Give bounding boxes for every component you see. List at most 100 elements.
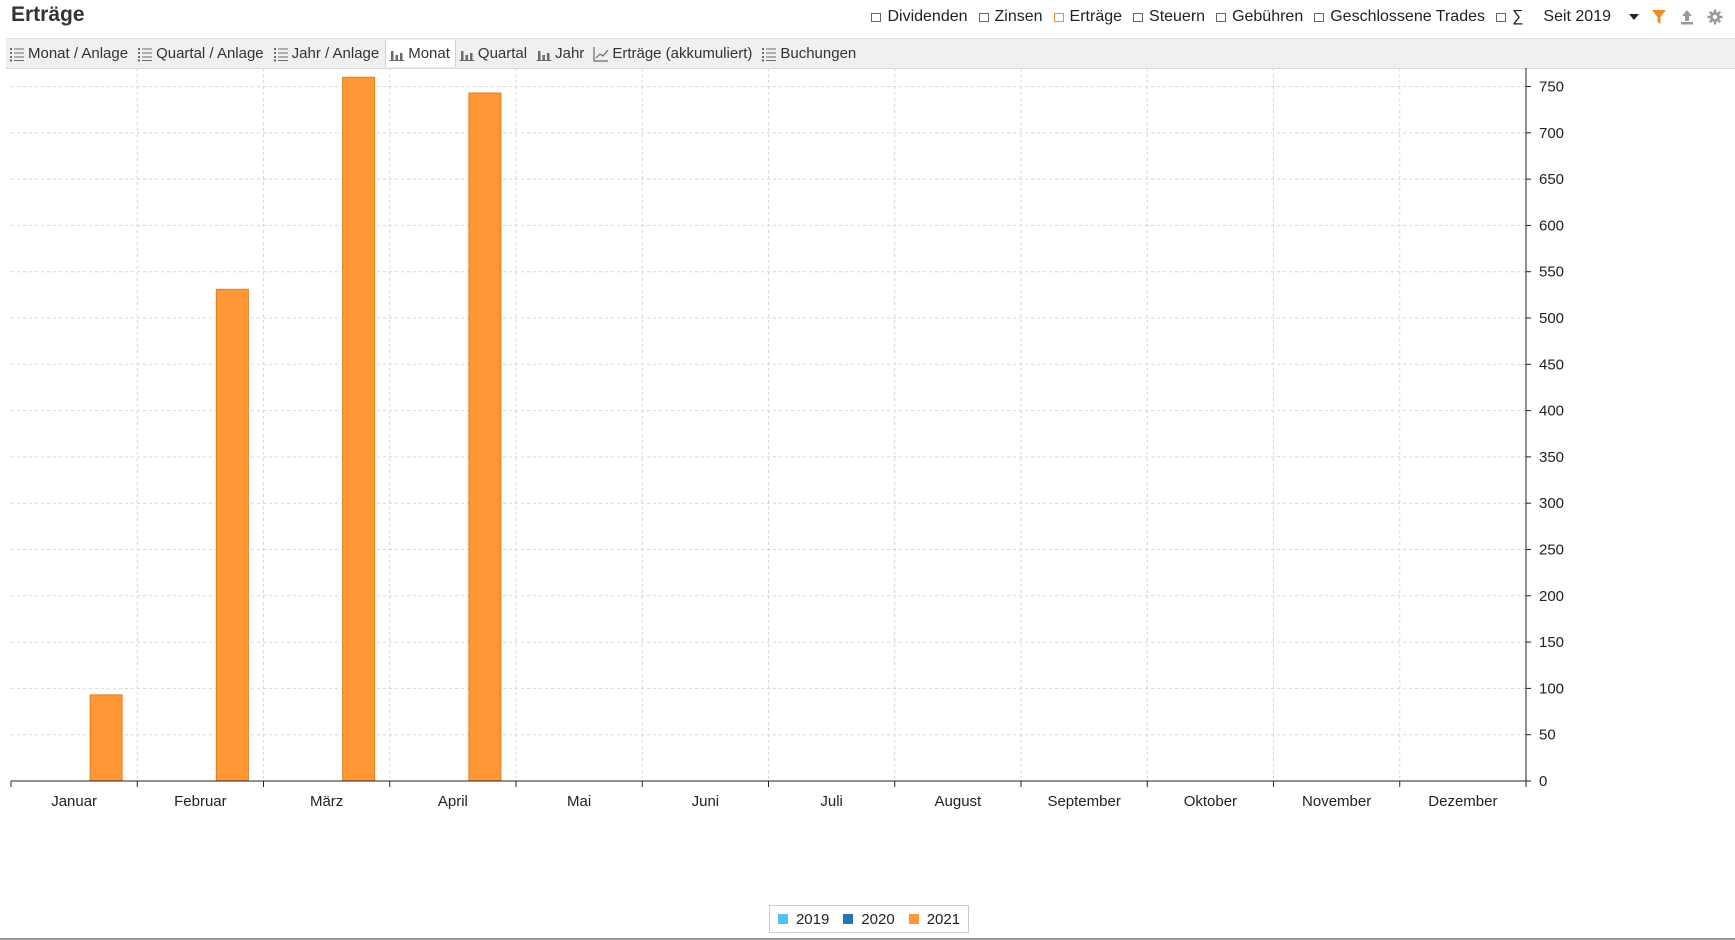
legend-label: 2021 — [926, 910, 961, 928]
checkbox-icon[interactable] — [871, 12, 882, 22]
tab-label: Jahr — [555, 45, 585, 62]
tab-label: Quartal — [477, 45, 528, 62]
tab-jahr-anlage[interactable]: Jahr / Anlage — [270, 40, 386, 67]
x-tick-label: Mai — [567, 793, 591, 810]
y-tick-label: 0 — [1539, 773, 1547, 790]
y-tick-label: 300 — [1539, 495, 1564, 512]
tab-label: Monat / Anlage — [28, 45, 129, 62]
checkbox-icon[interactable] — [978, 12, 989, 22]
tab-monat[interactable]: Monat — [385, 40, 456, 67]
filter-ertraege[interactable]: Erträge — [1053, 8, 1123, 26]
tab-label: Buchungen — [780, 45, 857, 62]
legend-swatch — [843, 914, 854, 924]
x-tick-label: Juni — [692, 793, 720, 810]
list-icon — [138, 47, 153, 61]
filter-geschlossene-trades[interactable]: Geschlossene Trades — [1314, 8, 1485, 26]
filter-label: Steuern — [1149, 8, 1206, 25]
y-tick-label: 250 — [1539, 542, 1564, 559]
filter-zinsen[interactable]: Zinsen — [978, 8, 1043, 26]
filter-label: Zinsen — [994, 8, 1043, 25]
x-tick-label: Dezember — [1428, 793, 1497, 810]
filter-dividenden[interactable]: Dividenden — [871, 8, 968, 26]
x-tick-label: April — [438, 793, 468, 810]
chart-legend: 2019 2020 2021 — [769, 905, 969, 933]
bar-2021-april — [468, 92, 502, 782]
filter-gebuehren[interactable]: Gebühren — [1216, 8, 1303, 26]
checkbox-icon[interactable] — [1314, 12, 1325, 22]
x-tick-label: August — [935, 793, 983, 810]
gear-icon[interactable] — [1707, 8, 1723, 26]
filter-label: Geschlossene Trades — [1330, 8, 1485, 25]
legend-item-2019[interactable]: 2019 — [777, 910, 830, 928]
x-tick-label: Oktober — [1184, 793, 1237, 810]
app-window: Erträge Dividenden Zinsen Erträge Steuer… — [0, 0, 1735, 940]
y-tick-label: 350 — [1539, 449, 1564, 466]
x-tick-label: Februar — [174, 793, 227, 810]
bar-2021-januar — [89, 694, 123, 782]
bar-2021-februar — [215, 288, 249, 782]
filter-steuern[interactable]: Steuern — [1133, 8, 1205, 26]
checkbox-icon[interactable] — [1053, 12, 1064, 22]
x-tick-label: März — [310, 793, 343, 810]
x-tick-label: Januar — [51, 793, 97, 810]
tab-label: Quartal / Anlage — [156, 45, 264, 62]
bar-chart-icon — [459, 50, 475, 61]
bar-2021-märz — [342, 76, 376, 782]
tab-buchungen[interactable]: Buchungen — [758, 40, 862, 67]
y-tick-label: 500 — [1539, 310, 1564, 327]
filter-label: ∑ — [1511, 8, 1524, 25]
tab-monat-anlage[interactable]: Monat / Anlage — [6, 40, 134, 67]
x-tick-label: September — [1047, 793, 1120, 810]
tab-quartal[interactable]: Quartal — [456, 40, 533, 67]
filter-label: Erträge — [1069, 8, 1123, 25]
bar-chart-icon — [389, 50, 405, 61]
x-tick-label: November — [1302, 793, 1371, 810]
checkbox-icon[interactable] — [1216, 12, 1227, 22]
checkbox-icon[interactable] — [1495, 12, 1506, 22]
y-tick-label: 600 — [1539, 217, 1564, 234]
export-icon[interactable] — [1679, 8, 1695, 26]
tab-label: Jahr / Anlage — [291, 45, 380, 62]
x-tick-label: Juli — [820, 793, 843, 810]
tab-label: Erträge (akkumuliert) — [612, 45, 753, 62]
tab-ertraege-akkumuliert[interactable]: Erträge (akkumuliert) — [590, 40, 758, 67]
legend-item-2021[interactable]: 2021 — [908, 910, 961, 928]
page-title: Erträge — [11, 3, 85, 26]
line-chart-icon — [593, 46, 609, 62]
bar-chart: 0 50 100 150 200 250 300 350 400 450 500 550 600 650 7… — [10, 68, 1564, 810]
view-tabs: Monat / Anlage Quartal / Anlage Jahr / A… — [6, 38, 1735, 69]
legend-label: 2019 — [795, 910, 830, 928]
chevron-down-icon[interactable] — [1629, 14, 1639, 20]
y-tick-label: 100 — [1539, 680, 1564, 697]
legend-label: 2020 — [861, 910, 895, 928]
list-icon — [273, 47, 288, 61]
y-tick-label: 750 — [1539, 79, 1564, 96]
bar-chart-icon — [536, 50, 552, 61]
tab-label: Monat — [408, 45, 450, 62]
year-range-select[interactable]: Seit 2019 — [1543, 8, 1639, 26]
legend-swatch — [908, 914, 919, 924]
y-tick-label: 550 — [1539, 264, 1564, 281]
filter-label: Dividenden — [887, 8, 968, 25]
header: Erträge Dividenden Zinsen Erträge Steuer… — [0, 0, 1735, 36]
legend-swatch — [777, 914, 788, 924]
tab-quartal-anlage[interactable]: Quartal / Anlage — [134, 40, 270, 67]
checkbox-icon[interactable] — [1133, 12, 1144, 22]
y-tick-label: 400 — [1539, 403, 1564, 420]
y-tick-label: 200 — [1539, 588, 1564, 605]
y-tick-label: 450 — [1539, 356, 1564, 373]
filter-sum[interactable]: ∑ — [1495, 8, 1524, 26]
list-icon — [10, 47, 24, 61]
legend-item-2020[interactable]: 2020 — [843, 910, 895, 928]
year-range-value: Seit 2019 — [1543, 8, 1611, 25]
filter-icon[interactable] — [1651, 8, 1667, 26]
y-tick-label: 150 — [1539, 634, 1564, 651]
list-icon — [762, 47, 777, 61]
tab-jahr[interactable]: Jahr — [533, 40, 590, 67]
filter-bar: Dividenden Zinsen Erträge Steuern Gebühr… — [860, 5, 1723, 29]
y-tick-label: 650 — [1539, 171, 1564, 188]
filter-label: Gebühren — [1232, 8, 1304, 25]
chart-area: 0 50 100 150 200 250 300 350 400 450 500 550 600 650 7… — [6, 68, 1735, 934]
y-tick-label: 700 — [1539, 125, 1564, 142]
y-tick-label: 50 — [1539, 727, 1556, 744]
